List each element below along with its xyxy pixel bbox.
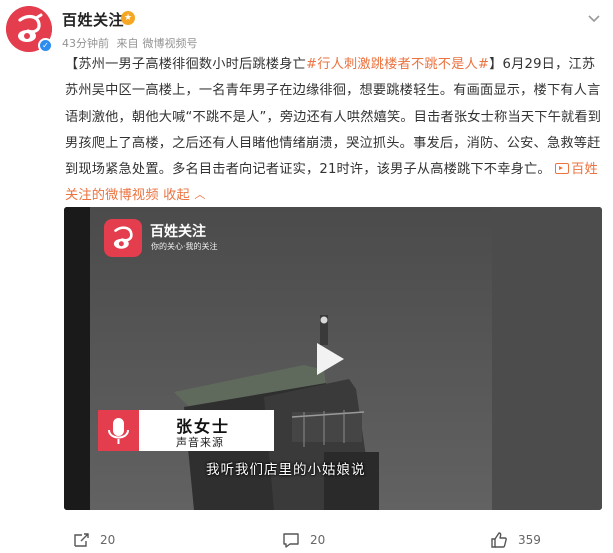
collapse-label: 收起 xyxy=(163,188,190,204)
collapse-button[interactable]: 收起 ︿ xyxy=(163,188,205,203)
video-logo-icon xyxy=(104,219,142,257)
vip-badge-icon[interactable]: ★ xyxy=(121,11,135,25)
hashtag-link[interactable]: #行人刺激跳楼者不跳不是人# xyxy=(306,57,489,72)
video-subtitle: 我听我们店里的小姑娘说 xyxy=(206,462,366,478)
repost-icon xyxy=(74,533,89,547)
video-logo-title: 百姓关注 xyxy=(150,224,206,240)
thumbs-up-icon xyxy=(491,532,507,548)
source-prefix: 来自 xyxy=(116,37,139,50)
post-time[interactable]: 43分钟前 xyxy=(62,37,109,50)
video-logo-subtitle: 你的关心·我的关注 xyxy=(151,242,218,251)
video-link-icon xyxy=(555,163,570,175)
post-meta: 43分钟前 来自 微博视频号 xyxy=(62,35,202,51)
like-count: 359 xyxy=(518,533,541,547)
repost-count: 20 xyxy=(100,533,116,547)
source-link[interactable]: 微博视频号 xyxy=(143,37,198,50)
comment-icon xyxy=(283,533,299,548)
avatar[interactable]: ✓ xyxy=(6,6,53,53)
post-text: 【苏州一男子高楼徘徊数小时后跳楼身亡#行人刺激跳楼者不跳不是人#】6月29日，江… xyxy=(65,52,605,210)
play-icon[interactable] xyxy=(314,341,346,377)
author-name[interactable]: 百姓关注 xyxy=(62,9,124,30)
microphone-icon xyxy=(98,410,139,451)
comment-count: 20 xyxy=(310,533,326,547)
chevron-up-icon: ︿ xyxy=(194,188,206,202)
video-player[interactable]: 百姓关注 你的关心·我的关注 张女士 声音来源 我听我们店里的小姑娘说 xyxy=(64,207,602,510)
speaker-role: 声音来源 xyxy=(176,436,224,449)
action-bar: 20 20 359 xyxy=(0,518,613,553)
verified-icon: ✓ xyxy=(38,38,53,53)
speaker-caption: 张女士 声音来源 xyxy=(98,410,274,451)
post-topic: 【苏州一男子高楼徘徊数小时后跳楼身亡 xyxy=(65,57,306,72)
post-body: 】6月29日，江苏苏州吴中区一高楼上，一名青年男子在边缘徘徊，想要跳楼轻生。有画… xyxy=(65,57,602,178)
chevron-down-icon[interactable] xyxy=(587,14,601,24)
